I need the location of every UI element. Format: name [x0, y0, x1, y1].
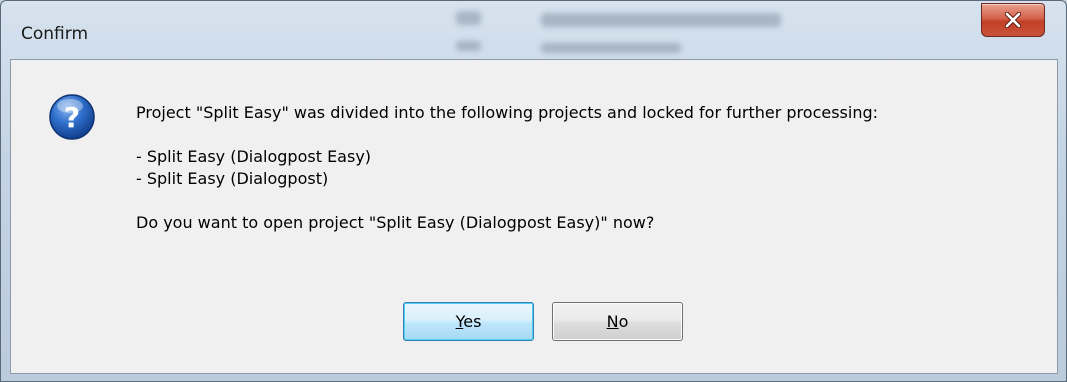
- dialog-body: ? Project "Split Easy" was divided into …: [10, 59, 1058, 374]
- window-title: Confirm: [21, 24, 89, 44]
- question-line: Do you want to open project "Split Easy …: [136, 213, 655, 232]
- project-list-item: - Split Easy (Dialogpost Easy): [136, 147, 372, 166]
- message-text: Project "Split Easy" was divided into th…: [136, 102, 878, 234]
- no-button[interactable]: No: [552, 302, 683, 341]
- confirm-dialog: Confirm ? Project "Split Easy" was divid…: [0, 0, 1067, 382]
- background-blur: [456, 11, 481, 25]
- no-button-label: No: [606, 312, 629, 331]
- title-bar[interactable]: Confirm: [1, 1, 1066, 59]
- svg-text:?: ?: [64, 101, 80, 134]
- background-blur: [541, 13, 781, 27]
- close-icon: [1004, 12, 1022, 28]
- background-blur: [456, 41, 481, 51]
- yes-button[interactable]: Yes: [403, 302, 534, 341]
- close-button[interactable]: [981, 3, 1045, 37]
- question-icon: ?: [48, 93, 96, 141]
- message-line: Project "Split Easy" was divided into th…: [136, 103, 879, 122]
- background-blur: [541, 43, 681, 53]
- project-list-item: - Split Easy (Dialogpost): [136, 169, 329, 188]
- yes-button-label: Yes: [455, 312, 482, 331]
